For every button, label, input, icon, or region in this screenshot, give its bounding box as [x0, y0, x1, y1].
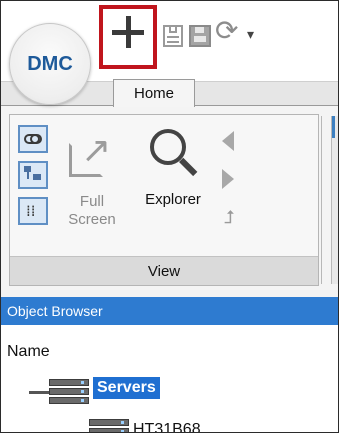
app-logo[interactable]: DMC — [9, 23, 91, 105]
save-icon[interactable] — [163, 25, 183, 47]
explorer-label: Explorer — [145, 191, 201, 208]
server-rack-icon — [49, 379, 89, 405]
forward-arrow-icon[interactable] — [222, 169, 234, 189]
save-all-icon[interactable] — [189, 25, 211, 47]
ribbon-group-view: ⁞⁞ ↗ Full Screen Explorer ⮥ View — [9, 114, 319, 286]
ribbon: ⁞⁞ ↗ Full Screen Explorer ⮥ View — [1, 105, 338, 290]
tree-node-label[interactable]: HT31B68 — [133, 421, 201, 432]
full-screen-label: Full Screen — [68, 193, 116, 228]
name-column-header[interactable]: Name — [7, 343, 50, 361]
tab-home[interactable]: Home — [113, 79, 195, 107]
link-view-button[interactable] — [18, 125, 48, 153]
tree-view-button[interactable] — [18, 161, 48, 189]
server-icon — [89, 419, 129, 432]
tree-connector — [29, 391, 49, 394]
group-caption-view: View — [10, 256, 318, 285]
tree-node-label[interactable]: Servers — [92, 376, 161, 400]
refresh-icon[interactable]: ⟳ — [215, 17, 238, 45]
plus-icon — [112, 16, 144, 48]
ribbon-divider — [321, 116, 322, 284]
full-screen-button[interactable]: ↗ Full Screen — [56, 129, 128, 229]
app-window: DMC ⟳ ▾ Home ⁞⁞ ↗ Full Screen Explorer ⮥… — [0, 0, 339, 433]
app-logo-text: DMC — [27, 52, 73, 75]
navigation-arrows: ⮥ — [218, 123, 242, 247]
up-arrow-icon[interactable]: ⮥ — [224, 207, 235, 228]
footprints-view-button[interactable]: ⁞⁞ — [18, 197, 48, 225]
customize-dropdown-icon[interactable]: ▾ — [247, 27, 254, 43]
object-browser-header: Object Browser — [1, 297, 338, 325]
footprints-icon: ⁞⁞ — [26, 202, 36, 220]
magnifier-icon — [148, 129, 198, 185]
new-button[interactable] — [99, 5, 157, 69]
explorer-button[interactable]: Explorer — [130, 129, 216, 209]
quick-access-toolbar: DMC ⟳ ▾ — [1, 1, 338, 105]
back-arrow-icon[interactable] — [222, 131, 234, 151]
object-browser-tree: Name Servers HT31B68 — [1, 325, 338, 432]
next-ribbon-group-edge — [331, 116, 338, 284]
expand-arrow-icon: ↗ — [69, 133, 115, 179]
